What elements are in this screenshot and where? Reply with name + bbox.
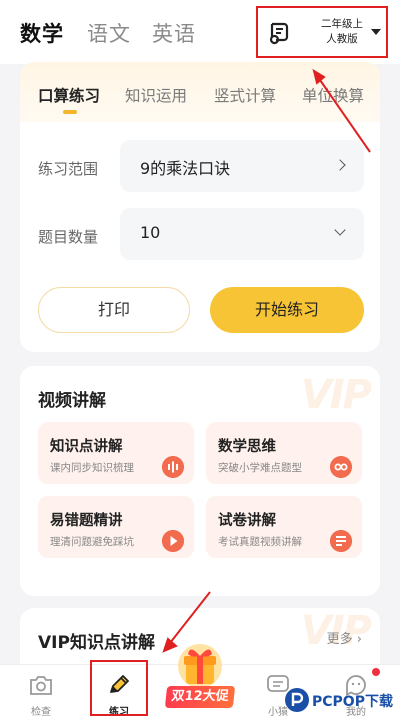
tab-vertical-calc[interactable]: 竖式计算 <box>214 84 276 106</box>
textbook-icon <box>269 22 289 45</box>
video-section-title: 视频讲解 <box>38 391 106 411</box>
vip-section-title: VIP知识点讲解 <box>38 633 155 653</box>
tile-subtitle: 理清问题避免踩坑 <box>50 536 134 548</box>
tile-title: 易错题精讲 <box>50 513 123 529</box>
subject-tab-math[interactable]: 数学 <box>20 18 64 48</box>
play-icon <box>162 530 184 552</box>
video-tile[interactable]: 数学思维 突破小学难点题型 <box>206 422 362 484</box>
subject-tab-chinese[interactable]: 语文 <box>87 18 131 48</box>
sound-wave-icon <box>162 456 184 478</box>
grade-level: 二年级上 <box>321 18 363 30</box>
start-practice-button[interactable]: 开始练习 <box>210 287 364 333</box>
notification-dot <box>372 668 380 676</box>
tile-subtitle: 考试真题视频讲解 <box>218 536 302 548</box>
gift-box-icon <box>178 644 222 688</box>
subject-tab-english[interactable]: 英语 <box>152 18 196 48</box>
infinity-icon <box>330 456 352 478</box>
count-value: 10 <box>140 223 161 242</box>
chevron-right-icon <box>334 159 346 171</box>
textbook-edition: 人教版 <box>326 33 358 45</box>
print-button[interactable]: 打印 <box>38 287 190 333</box>
tab-unit-conversion[interactable]: 单位换算 <box>302 84 364 106</box>
video-tile[interactable]: 知识点讲解 课内同步知识梳理 <box>38 422 194 484</box>
video-tile[interactable]: 试卷讲解 考试真题视频讲解 <box>206 496 362 558</box>
video-tile[interactable]: 易错题精讲 理清问题避免踩坑 <box>38 496 194 558</box>
grade-selector[interactable]: 二年级上 人教版 <box>256 6 388 58</box>
site-watermark: PCPOP下载 <box>282 684 398 716</box>
pcpop-logo-icon <box>285 688 309 712</box>
tab-mental-math[interactable]: 口算练习 <box>38 84 100 106</box>
range-value: 9的乘法口诀 <box>140 159 231 178</box>
nav-check[interactable]: 检查 <box>11 665 71 720</box>
more-link[interactable]: 更多 › <box>327 628 362 647</box>
camera-icon <box>30 676 52 695</box>
tile-subtitle: 课内同步知识梳理 <box>50 462 134 474</box>
practice-card: 口算练习 知识运用 竖式计算 单位换算 练习范围 9的乘法口诀 题目数量 10 … <box>20 62 380 352</box>
caret-down-icon <box>371 29 381 35</box>
promo-badge[interactable]: 双12大促 <box>162 640 238 718</box>
grade-label: 二年级上 人教版 <box>310 17 374 47</box>
chevron-down-icon <box>334 224 346 236</box>
practice-tabs: 口算练习 知识运用 竖式计算 单位换算 <box>20 62 380 122</box>
promo-label: 双12大促 <box>164 686 236 708</box>
watermark-text: PCPOP下载 <box>312 694 393 710</box>
range-selector[interactable]: 9的乘法口诀 <box>120 140 364 192</box>
tile-subtitle: 突破小学难点题型 <box>218 462 302 474</box>
document-icon <box>330 530 352 552</box>
annotation-highlight-box <box>90 660 148 716</box>
tile-title: 知识点讲解 <box>50 439 123 455</box>
range-label: 练习范围 <box>38 160 99 178</box>
active-tab-indicator <box>63 110 77 114</box>
count-selector[interactable]: 10 <box>120 208 364 260</box>
video-card: VIP 视频讲解 知识点讲解 课内同步知识梳理 数学思维 突破小学难点题型 易错… <box>20 366 380 596</box>
subject-bar: 数学 语文 英语 二年级上 人教版 <box>0 0 400 64</box>
tab-knowledge-use[interactable]: 知识运用 <box>125 84 187 106</box>
vip-watermark: VIP <box>300 372 372 418</box>
nav-label: 检查 <box>31 707 51 718</box>
count-label: 题目数量 <box>38 228 99 246</box>
tile-title: 试卷讲解 <box>218 513 276 529</box>
tile-title: 数学思维 <box>218 439 276 455</box>
